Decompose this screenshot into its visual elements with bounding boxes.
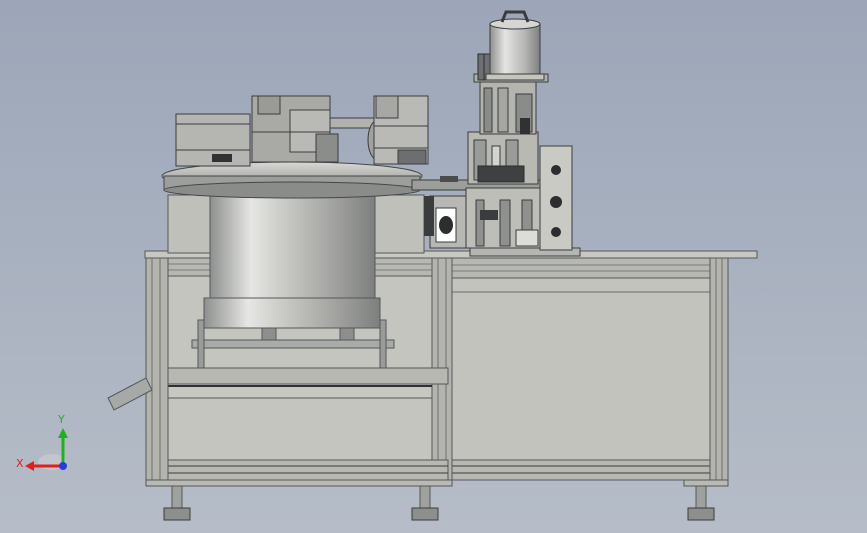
glue-tank [489, 23, 541, 79]
right-top-rail [425, 257, 727, 279]
leveling-feet [163, 485, 715, 521]
left-bottom-rail [147, 459, 449, 481]
cad-viewport[interactable]: X Y [0, 0, 867, 533]
assembly-station [465, 10, 581, 257]
right-bottom-rail [425, 459, 727, 481]
bowl-lower-ring [203, 297, 381, 329]
bottom-plate [145, 479, 453, 487]
foot-left [163, 485, 191, 521]
discharge-chute [107, 377, 153, 411]
y-axis-label: Y [58, 413, 65, 426]
left-drawer-lower [167, 397, 433, 461]
machine-drawing [25, 10, 758, 521]
foot-middle [411, 485, 439, 521]
bowl-support-plate [191, 339, 395, 349]
foot-right [687, 485, 715, 521]
left-post [145, 257, 169, 481]
x-axis-label: X [16, 457, 24, 470]
bowl-base-cylinder [209, 189, 376, 299]
right-post [709, 257, 729, 481]
axis-triad [25, 428, 68, 471]
right-cabinet-panel [451, 277, 711, 461]
left-mid-rail [147, 367, 449, 385]
